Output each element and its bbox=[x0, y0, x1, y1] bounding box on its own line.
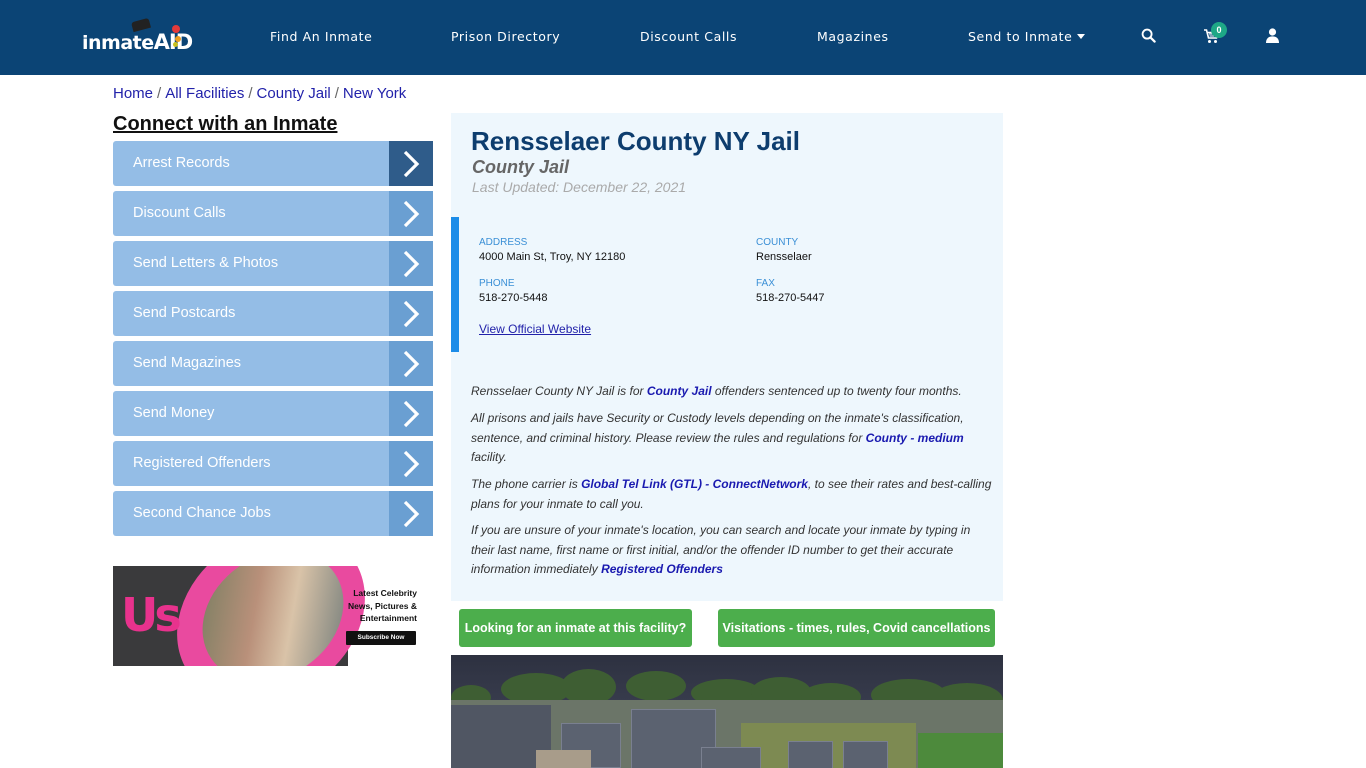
nav-magazines[interactable]: Magazines bbox=[817, 29, 889, 44]
breadcrumb: Home / All Facilities / County Jail / New York bbox=[113, 85, 406, 102]
nav-discount-calls[interactable]: Discount Calls bbox=[640, 29, 737, 44]
chevron-right-icon bbox=[389, 441, 433, 486]
county-jail-link[interactable]: County Jail bbox=[647, 384, 712, 398]
caret-down-icon bbox=[1077, 34, 1086, 39]
facility-aerial-photo bbox=[451, 655, 1003, 768]
desc-text: The phone carrier is bbox=[471, 477, 582, 491]
ad-headline: Latest Celebrity News, Pictures & Entert… bbox=[348, 588, 417, 623]
autumn-leaf-icon bbox=[173, 42, 178, 47]
breadcrumb-new-york[interactable]: New York bbox=[343, 85, 406, 102]
ad-brand-logo: Us bbox=[121, 588, 182, 642]
address-label: ADDRESS bbox=[479, 237, 528, 248]
sidebar-item-label: Send Magazines bbox=[133, 355, 242, 371]
sidebar-item-label: Send Letters & Photos bbox=[133, 255, 279, 271]
description-paragraph: All prisons and jails have Security or C… bbox=[471, 409, 996, 468]
county-label: COUNTY bbox=[756, 237, 799, 248]
sidebar-item-label: Discount Calls bbox=[133, 205, 226, 221]
breadcrumb-all-facilities[interactable]: All Facilities bbox=[165, 85, 244, 102]
phone-label: PHONE bbox=[479, 278, 515, 289]
breadcrumb-separator: / bbox=[334, 85, 339, 102]
search-icon[interactable] bbox=[1141, 28, 1156, 48]
description-paragraph: The phone carrier is Global Tel Link (GT… bbox=[471, 475, 996, 514]
connect-with-inmate-heading: Connect with an Inmate bbox=[113, 113, 338, 135]
pilgrim-hat-icon bbox=[131, 17, 151, 33]
desc-text: Rensselaer County NY Jail is for bbox=[471, 384, 647, 398]
visitations-button[interactable]: Visitations - times, rules, Covid cancel… bbox=[718, 609, 995, 647]
cart-count-badge: 0 bbox=[1211, 22, 1227, 38]
nav-find-an-inmate[interactable]: Find An Inmate bbox=[270, 29, 372, 44]
photo-lawn bbox=[918, 733, 1003, 768]
fax-label: FAX bbox=[756, 278, 775, 289]
sidebar-item-send-postcards[interactable]: Send Postcards bbox=[113, 291, 433, 336]
desc-text: facility. bbox=[471, 450, 507, 464]
autumn-leaf-icon bbox=[172, 25, 180, 33]
top-navbar: inmate AID Find An Inmate Prison Directo… bbox=[0, 0, 1366, 75]
facility-title: Rensselaer County NY Jail bbox=[471, 126, 800, 156]
sidebar-menu: Arrest Records Discount Calls Send Lette… bbox=[113, 141, 433, 541]
registered-offenders-link[interactable]: Registered Offenders bbox=[601, 562, 723, 576]
nav-send-to-inmate-label: Send to Inmate bbox=[968, 29, 1073, 44]
sidebar-item-discount-calls[interactable]: Discount Calls bbox=[113, 191, 433, 236]
breadcrumb-home[interactable]: Home bbox=[113, 85, 153, 102]
facility-type: County Jail bbox=[472, 157, 570, 177]
inmateaid-logo[interactable]: inmate AID bbox=[82, 17, 193, 54]
official-website-link[interactable]: View Official Website bbox=[479, 322, 591, 336]
breadcrumb-separator: / bbox=[157, 85, 162, 102]
county-value: Rensselaer bbox=[756, 251, 812, 263]
description-paragraph: If you are unsure of your inmate's locat… bbox=[471, 521, 996, 580]
find-inmate-at-facility-button[interactable]: Looking for an inmate at this facility? bbox=[459, 609, 692, 647]
breadcrumb-separator: / bbox=[248, 85, 253, 102]
accent-bar bbox=[451, 217, 459, 352]
chevron-right-icon bbox=[389, 491, 433, 536]
county-medium-link[interactable]: County - medium bbox=[866, 431, 964, 445]
sidebar-item-label: Send Money bbox=[133, 405, 215, 421]
sidebar-item-second-chance-jobs[interactable]: Second Chance Jobs bbox=[113, 491, 433, 536]
phone-value: 518-270-5448 bbox=[479, 292, 548, 304]
sidebar-item-arrest-records[interactable]: Arrest Records bbox=[113, 141, 433, 186]
photo-building bbox=[788, 741, 833, 768]
sidebar-item-label: Arrest Records bbox=[133, 155, 230, 171]
sidebar-item-send-money[interactable]: Send Money bbox=[113, 391, 433, 436]
nav-send-to-inmate[interactable]: Send to Inmate bbox=[968, 29, 1086, 44]
chevron-right-icon bbox=[389, 191, 433, 236]
sidebar-item-registered-offenders[interactable]: Registered Offenders bbox=[113, 441, 433, 486]
chevron-right-icon bbox=[389, 391, 433, 436]
photo-building bbox=[843, 741, 888, 768]
photo-roof bbox=[536, 750, 591, 768]
chevron-right-icon bbox=[389, 141, 433, 186]
sidebar-item-label: Second Chance Jobs bbox=[133, 505, 271, 521]
us-weekly-ad-banner[interactable]: Us Latest Celebrity News, Pictures & Ent… bbox=[113, 566, 423, 666]
user-icon[interactable] bbox=[1266, 28, 1279, 48]
sidebar-item-label: Send Postcards bbox=[133, 305, 236, 321]
chevron-right-icon bbox=[389, 341, 433, 386]
gtl-connectnetwork-link[interactable]: Global Tel Link (GTL) - ConnectNetwork bbox=[581, 477, 808, 491]
fax-value: 518-270-5447 bbox=[756, 292, 825, 304]
address-value: 4000 Main St, Troy, NY 12180 bbox=[479, 251, 626, 263]
facility-info-box: ADDRESS 4000 Main St, Troy, NY 12180 COU… bbox=[451, 217, 1003, 352]
last-updated: Last Updated: December 22, 2021 bbox=[472, 179, 687, 195]
chevron-right-icon bbox=[389, 291, 433, 336]
photo-building bbox=[701, 747, 761, 768]
ad-subscribe-button[interactable]: Subscribe Now bbox=[346, 631, 416, 645]
sidebar-item-send-letters-photos[interactable]: Send Letters & Photos bbox=[113, 241, 433, 286]
description-paragraph: Rensselaer County NY Jail is for County … bbox=[471, 382, 996, 402]
breadcrumb-county-jail[interactable]: County Jail bbox=[257, 85, 331, 102]
nav-prison-directory[interactable]: Prison Directory bbox=[451, 29, 560, 44]
sidebar-item-label: Registered Offenders bbox=[133, 455, 271, 471]
sidebar-item-send-magazines[interactable]: Send Magazines bbox=[113, 341, 433, 386]
logo-text-inmate: inmate bbox=[82, 32, 154, 54]
chevron-right-icon bbox=[389, 241, 433, 286]
desc-text: offenders sentenced up to twenty four mo… bbox=[711, 384, 962, 398]
